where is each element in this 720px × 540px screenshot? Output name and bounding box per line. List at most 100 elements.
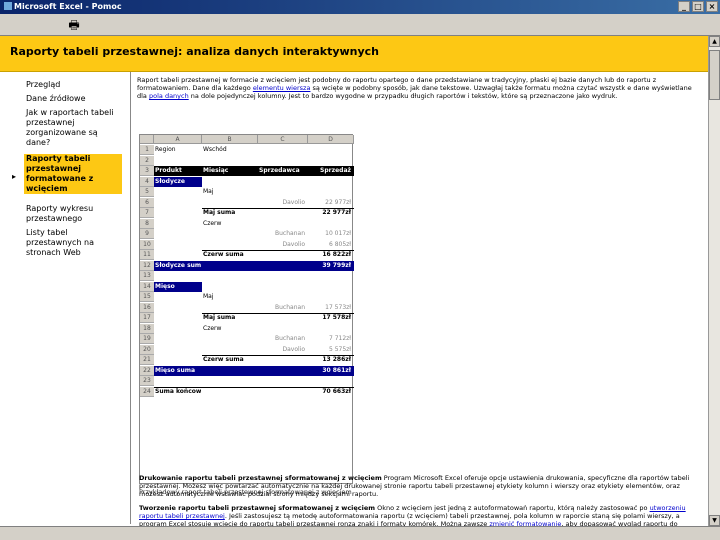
pivot-cell: [259, 376, 307, 386]
pivot-cell: [309, 376, 353, 386]
sidebar-item-format-z-wcieciem[interactable]: Raporty tabeli przestawnej formatowane z…: [24, 154, 122, 194]
row-header: 6: [140, 197, 154, 208]
pivot-cell: [203, 229, 257, 239]
excel-app-icon: [4, 2, 12, 10]
pivot-cell: [259, 355, 307, 365]
scroll-up-arrow-icon[interactable]: ▲: [709, 36, 720, 47]
pivot-cell: [259, 387, 307, 397]
pivot-cell: 5 575zł: [328, 345, 351, 353]
row-header: 4: [140, 176, 154, 187]
row-header: 15: [140, 292, 154, 302]
column-header: C: [258, 135, 308, 144]
pivot-cell: [259, 187, 307, 197]
pivot-cell: 30 861zł: [322, 366, 351, 374]
pivot-cell: 17 578zł: [322, 314, 351, 321]
sidebar-item-raporty-wykresu[interactable]: Raporty wykresu przestawnego: [26, 204, 124, 224]
pivot-cell: Czerw: [203, 219, 222, 227]
pivot-cell: [203, 156, 257, 166]
pivot-cell: [259, 177, 307, 187]
minimize-button[interactable]: _: [678, 1, 690, 12]
pivot-cell: [309, 187, 353, 197]
vertical-scrollbar[interactable]: ▲ ▼: [708, 36, 720, 526]
pivot-cell: Suma końcowa: [155, 387, 201, 395]
maximize-button[interactable]: □: [692, 1, 704, 12]
paragraph-drukowanie: Drukowanie raportu tabeli przestawnej sf…: [139, 474, 690, 498]
sidebar-item-listy-tabel-web[interactable]: Listy tabel przestawnych na stronach Web: [26, 228, 124, 258]
close-button[interactable]: ×: [706, 1, 718, 12]
pivot-cell: 13 286zł: [322, 356, 351, 363]
pivot-cell: 22 977zł: [322, 209, 351, 216]
pivot-cell: Davolio: [282, 198, 305, 206]
pivot-cell: Maj suma: [203, 314, 236, 321]
pivot-cell: [203, 387, 257, 397]
pivot-cell: [203, 282, 257, 292]
subtotal-rule: [202, 250, 354, 251]
pivot-cell: Produkt: [155, 167, 182, 174]
row-header: 24: [140, 386, 154, 397]
pivot-cell: [203, 177, 257, 187]
sidebar-item-dane-zrodlowe[interactable]: Dane źródłowe: [26, 94, 124, 104]
pivot-cell: 16 822zł: [322, 251, 351, 258]
print-icon[interactable]: 🖶: [66, 17, 82, 33]
pivot-cell: [203, 334, 257, 344]
scroll-down-arrow-icon[interactable]: ▼: [709, 515, 720, 526]
pivot-cell: Davolio: [282, 345, 305, 353]
sheet-corner: [140, 135, 154, 144]
status-bar: [0, 526, 720, 540]
row-header: 5: [140, 187, 154, 197]
pivot-cell: [155, 240, 201, 250]
sidebar-item-przeglad[interactable]: Przegląd: [26, 80, 124, 90]
pivot-cell: [155, 334, 201, 344]
row-header: 10: [140, 239, 154, 250]
pivot-cell: [155, 303, 201, 313]
pivot-cell: [155, 229, 201, 239]
pivot-cell: Czerw: [203, 324, 222, 332]
pivot-cell: Wschód: [203, 146, 227, 153]
pivot-cell: [203, 198, 257, 208]
pivot-cell: [259, 324, 307, 334]
row-header: 18: [140, 323, 154, 334]
scroll-thumb[interactable]: [709, 50, 720, 100]
pivot-cell: Sprzedaż: [320, 167, 351, 174]
link-element-wiersza[interactable]: elementu wiersza: [253, 84, 311, 92]
pivot-cell: [309, 271, 353, 281]
row-header: 21: [140, 355, 154, 365]
help-content: Raport tabeli przestawnej w formacie z w…: [137, 76, 703, 536]
row-header: 22: [140, 365, 154, 376]
pivot-cell: [259, 282, 307, 292]
pivot-cell: [309, 292, 353, 302]
pivot-cell: [259, 219, 307, 229]
row-header: 2: [140, 155, 154, 166]
pivot-cell: Maj: [203, 293, 214, 300]
subtotal-rule: [202, 355, 354, 356]
pivot-cell: [155, 324, 201, 334]
pivot-cell: [259, 250, 307, 260]
pivot-cell: [259, 208, 307, 218]
pivot-cell: [203, 261, 257, 271]
column-header: B: [202, 135, 258, 144]
pivot-cell: [259, 145, 307, 155]
pivot-cell: 6 805zł: [328, 240, 351, 248]
pivot-cell: 7 712zł: [328, 335, 351, 342]
pivot-cell: [309, 324, 353, 334]
current-item-marker-icon: ▸: [12, 172, 17, 181]
pivot-cell: Sprzedawca: [259, 167, 300, 174]
row-header: 16: [140, 302, 154, 313]
sidebar-item-organizacja-danych[interactable]: Jak w raportach tabeli przestawnej zorga…: [26, 108, 124, 148]
link-pole-danych[interactable]: pola danych: [149, 92, 189, 100]
pivot-cell: [309, 177, 353, 187]
row-header: 19: [140, 334, 154, 344]
row-header: 8: [140, 218, 154, 229]
row-header: 23: [140, 376, 154, 386]
window-titlebar: Microsoft Excel - Pomoc _ □ ×: [0, 0, 720, 14]
pivot-cell: [203, 271, 257, 281]
pivot-cell: [155, 345, 201, 355]
page-banner: Raporty tabeli przestawnej: analiza dany…: [0, 36, 708, 72]
pivot-cell: Davolio: [282, 240, 305, 248]
pivot-cell: [155, 355, 201, 365]
row-header: 1: [140, 145, 154, 155]
subtotal-rule: [202, 313, 354, 314]
pivot-cell: [155, 292, 201, 302]
pivot-cell: Buchanan: [275, 335, 305, 342]
pivot-cell: Maj suma: [203, 209, 236, 216]
